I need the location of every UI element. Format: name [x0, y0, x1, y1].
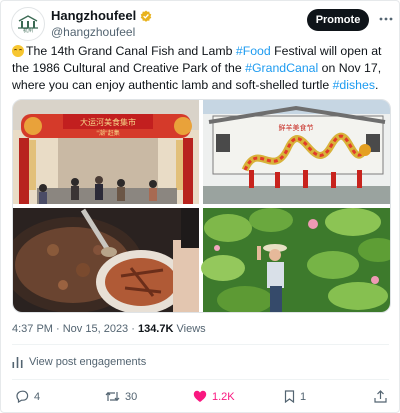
name-row: Hangzhoufeel — [51, 8, 152, 23]
repost-count: 30 — [125, 390, 138, 403]
display-name[interactable]: Hangzhoufeel — [51, 8, 136, 23]
views-count: 134.7K — [137, 323, 174, 335]
post-text-part: The 14th Grand Canal Fish and Lamb — [26, 44, 236, 58]
hashtag-grandcanal-link[interactable]: #GrandCanal — [245, 61, 318, 75]
banner-title-text: 大运河美食集市 — [80, 117, 136, 127]
photo-dragon-dance[interactable]: 鲜羊美食节 — [203, 100, 390, 204]
verified-badge-icon — [140, 10, 152, 22]
view-engagements-link[interactable]: View post engagements — [12, 356, 146, 368]
views-label: Views — [173, 323, 206, 335]
post-text-part: . — [374, 78, 379, 92]
handle[interactable]: @hangzhoufeel — [51, 25, 135, 39]
smiling-face-emoji-icon — [12, 45, 24, 57]
divider — [12, 379, 389, 380]
post-meta: 4:37 PM · Nov 15, 2023 · 134.7K Views — [12, 323, 206, 335]
bookmark-icon — [284, 390, 295, 403]
share-icon — [374, 390, 387, 403]
photo-market-gate[interactable]: 大运河美食集市 "潮"赶集 — [13, 100, 199, 204]
like-count: 1.2K — [212, 390, 235, 403]
promote-button[interactable]: Promote — [307, 9, 369, 31]
more-dots-icon — [379, 17, 393, 21]
reply-count: 4 — [34, 390, 41, 403]
timestamp[interactable]: 4:37 PM · Nov 15, 2023 · — [12, 323, 138, 335]
avatar[interactable]: 杭州 — [11, 7, 45, 41]
reply-icon — [16, 390, 29, 403]
repost-icon — [105, 391, 120, 402]
engagements-label: View post engagements — [29, 356, 147, 368]
stage-banner-text: 鲜羊美食节 — [279, 123, 314, 132]
heart-icon — [193, 390, 207, 402]
media-grid: 大运河美食集市 "潮"赶集 鲜羊美食节 — [12, 99, 391, 313]
hashtag-food-link[interactable]: #Food — [236, 44, 271, 58]
like-button[interactable]: 1.2K — [193, 390, 235, 403]
post-card: 杭州 Hangzhoufeel @hangzhoufeel Promote Th… — [0, 0, 400, 413]
banner-sub-text: "潮"赶集 — [96, 129, 120, 137]
photo-lamb-dish[interactable] — [13, 208, 199, 312]
repost-button[interactable]: 30 — [105, 390, 137, 403]
bar-chart-icon — [12, 356, 23, 368]
logo-icon — [18, 14, 38, 29]
divider — [12, 344, 389, 345]
hashtag-dishes-link[interactable]: #dishes — [333, 78, 375, 92]
post-text: The 14th Grand Canal Fish and Lamb #Food… — [12, 43, 390, 94]
bookmark-count: 1 — [300, 390, 307, 403]
photo-lotus-field[interactable] — [201, 208, 390, 312]
reply-button[interactable]: 4 — [15, 390, 40, 403]
logo-text: 杭州 — [22, 27, 33, 34]
more-options-button[interactable] — [379, 12, 393, 26]
share-button[interactable] — [374, 390, 387, 403]
bookmark-button[interactable]: 1 — [284, 390, 306, 403]
